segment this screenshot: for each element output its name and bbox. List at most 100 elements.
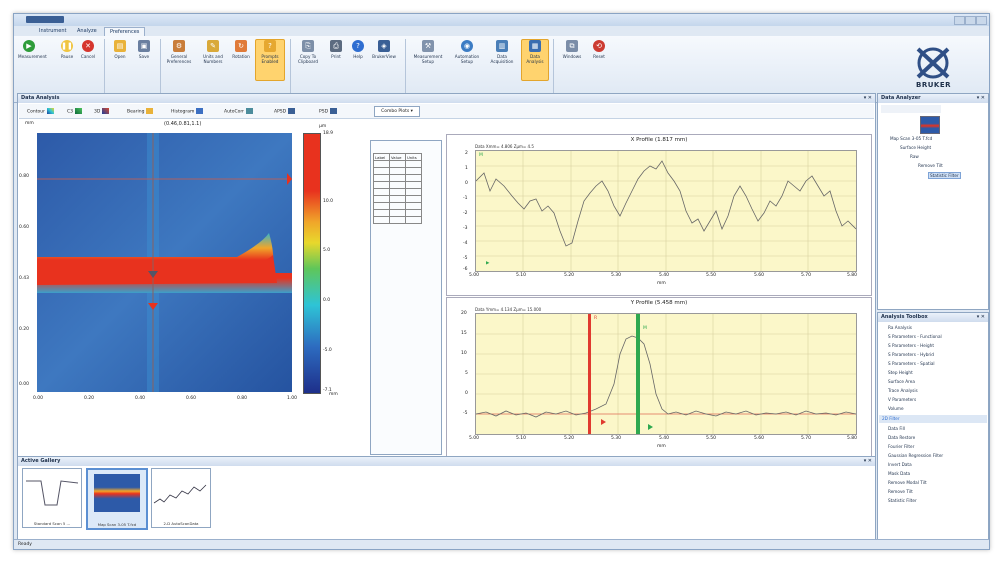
table-row[interactable] (373, 195, 422, 203)
brukerview-icon: ◈ (378, 40, 390, 52)
table-row[interactable] (373, 209, 422, 217)
open-button[interactable]: ▤ Open (111, 40, 129, 59)
tree-item[interactable]: Remove Tilt (918, 163, 943, 168)
panel-controls-icon[interactable]: ▾ ✕ (864, 457, 872, 466)
toolbox-item[interactable]: Trace Analysis (888, 388, 918, 393)
toolbox-section-header[interactable]: 2D Filter (879, 415, 987, 423)
bearing-button[interactable]: Bearing (127, 108, 154, 116)
y-profile-title: Y Profile (5.458 mm) (630, 300, 688, 306)
analyzer-toolbar[interactable] (881, 105, 941, 113)
minimize-icon[interactable] (954, 16, 965, 25)
gallery-thumbnail[interactable]: 2-D AutoScanData (151, 468, 211, 528)
y-profile-readout: Data Ymm= 4.134 Zμm= 15.000 (475, 307, 542, 312)
help-button[interactable]: ? Help (350, 40, 366, 59)
table-row[interactable] (373, 188, 422, 196)
table-row[interactable] (373, 202, 422, 210)
measurement-setup-button[interactable]: ⚒ Measurement Setup (410, 40, 446, 64)
brukerview-button[interactable]: ◈ BrukerView (370, 40, 398, 59)
automation-setup-button[interactable]: ◉ Automation Setup (451, 40, 483, 64)
pause-icon: ❚❚ (61, 40, 73, 52)
toolbox-item[interactable]: Step Height (888, 370, 913, 375)
general-preferences-button[interactable]: ⚙ General Preferences (164, 40, 194, 64)
filter-item[interactable]: Data Restore (888, 435, 915, 440)
table-row[interactable] (373, 160, 422, 168)
gallery-thumbnail[interactable]: Standard Scan 5 ... (22, 468, 82, 528)
filter-item[interactable]: Remove Modal Tilt (888, 480, 927, 485)
filter-item[interactable]: Fourier Filter (888, 444, 914, 449)
toolbox-item[interactable]: S Parameters - Hybrid (888, 352, 934, 357)
apsd-button[interactable]: APSD (274, 108, 296, 116)
3d-button[interactable]: 3D (94, 108, 110, 116)
panel-controls-icon[interactable]: ▾ ✕ (977, 94, 985, 103)
save-button[interactable]: ▣ Save (135, 40, 153, 59)
toolbox-item[interactable]: Surface Area (888, 379, 915, 384)
y-profile-marker-r[interactable]: R (594, 316, 597, 321)
y-profile-marker-m[interactable]: M (643, 326, 647, 331)
x-profile-cursor-icon[interactable]: ▶ (486, 261, 489, 266)
data-acquisition-button[interactable]: ▥ Data Acquisition (488, 40, 516, 64)
quick-access-toolbar[interactable] (26, 16, 64, 23)
toolbox-item[interactable]: S Parameters - Height (888, 343, 934, 348)
x-profile-y-tick: -6 (463, 267, 468, 272)
tree-item[interactable]: Surface Height (900, 145, 931, 150)
combo-plots-dropdown[interactable]: Combo Plots ▾ (374, 106, 420, 117)
windows-button[interactable]: ⧉ Windows (559, 40, 585, 59)
table-header: Value (389, 153, 406, 161)
psd-button[interactable]: PSD (319, 108, 338, 116)
contour-button[interactable]: Contour (27, 108, 54, 116)
copy-to-clipboard-button[interactable]: ⎘ Copy To Clipboard (294, 40, 322, 64)
filter-item[interactable]: Remove Tilt (888, 489, 913, 494)
filter-item[interactable]: Data Fill (888, 426, 905, 431)
autocorr-button[interactable]: AutoCorr (224, 108, 253, 116)
panel-controls-icon[interactable]: ▾ ✕ (864, 94, 872, 103)
map-thumbnail-icon[interactable] (920, 116, 940, 134)
table-row[interactable] (373, 181, 422, 189)
x-profile-plot[interactable]: M ▶ (475, 150, 857, 272)
measurement-button[interactable]: ▶ Measurement (18, 40, 47, 59)
toolbox-item[interactable]: V Parameters (888, 397, 916, 402)
tab-instrument[interactable]: Instrument (34, 27, 72, 36)
toolbox-item[interactable]: S Parameters - Functional (888, 334, 942, 339)
toolbox-item[interactable]: Volume (888, 406, 904, 411)
x-profile-x-tick: 5.50 (706, 273, 717, 278)
step-profile-thumbnail-icon (26, 480, 79, 506)
panel-controls-icon[interactable]: ▾ ✕ (977, 313, 985, 322)
data-analysis-button[interactable]: ▦ Data Analysis (521, 39, 549, 81)
table-row[interactable] (373, 167, 422, 175)
cancel-button[interactable]: ✕ Cancel (80, 40, 96, 59)
c3-button[interactable]: C3 (67, 108, 83, 116)
tab-analyze[interactable]: Analyze (72, 27, 102, 36)
filter-item[interactable]: Gaussian Regression Filter (888, 453, 943, 458)
map-scan-thumbnail-icon (94, 474, 140, 512)
surface-height-map[interactable] (37, 133, 292, 392)
close-icon[interactable] (976, 16, 987, 25)
print-button[interactable]: ⎙ Print (328, 40, 344, 59)
table-row[interactable] (373, 174, 422, 182)
preferences-icon: ⚙ (173, 40, 185, 52)
filter-item[interactable]: Invert Data (888, 462, 912, 467)
gallery-thumbnail-selected[interactable]: Map Scan 3-05 T.fcd (86, 468, 148, 530)
toolbox-item[interactable]: S Parameters - Spatial (888, 361, 935, 366)
units-numbers-button[interactable]: ✎ Units and Numbers (200, 40, 226, 64)
x-profile-x-tick: 5.00 (469, 273, 480, 278)
prompts-enabled-button[interactable]: ? Prompts Enabled (255, 39, 285, 81)
pause-button[interactable]: ❚❚ Pause (59, 40, 75, 59)
maximize-icon[interactable] (965, 16, 976, 25)
x-profile-readout: Data Xmm= 4.806 Zμm= 4.5 (475, 144, 534, 149)
x-profile-marker-m[interactable]: M (479, 153, 483, 158)
toolbox-item[interactable]: Ra Analysis (888, 325, 912, 330)
line-profile-thumbnail-icon (153, 484, 207, 504)
reset-button[interactable]: ⟲ Reset (590, 40, 608, 59)
y-profile-x-tick: 5.30 (611, 436, 622, 441)
tree-item[interactable]: Raw (910, 154, 919, 159)
rotation-button[interactable]: ↻ Rotation (231, 40, 251, 59)
tree-item-selected[interactable]: Statistic Filter (928, 172, 961, 179)
filter-item[interactable]: Mask Data (888, 471, 910, 476)
histogram-button[interactable]: Histogram (171, 108, 204, 116)
y-profile-plot[interactable]: R M (475, 313, 857, 435)
divider (160, 39, 161, 97)
filter-item[interactable]: Statistic Filter (888, 498, 917, 503)
tree-item[interactable]: Map Scan 3-05 T.fcd (890, 136, 932, 141)
table-row[interactable] (373, 216, 422, 224)
x-profile-x-tick: 5.80 (847, 273, 858, 278)
